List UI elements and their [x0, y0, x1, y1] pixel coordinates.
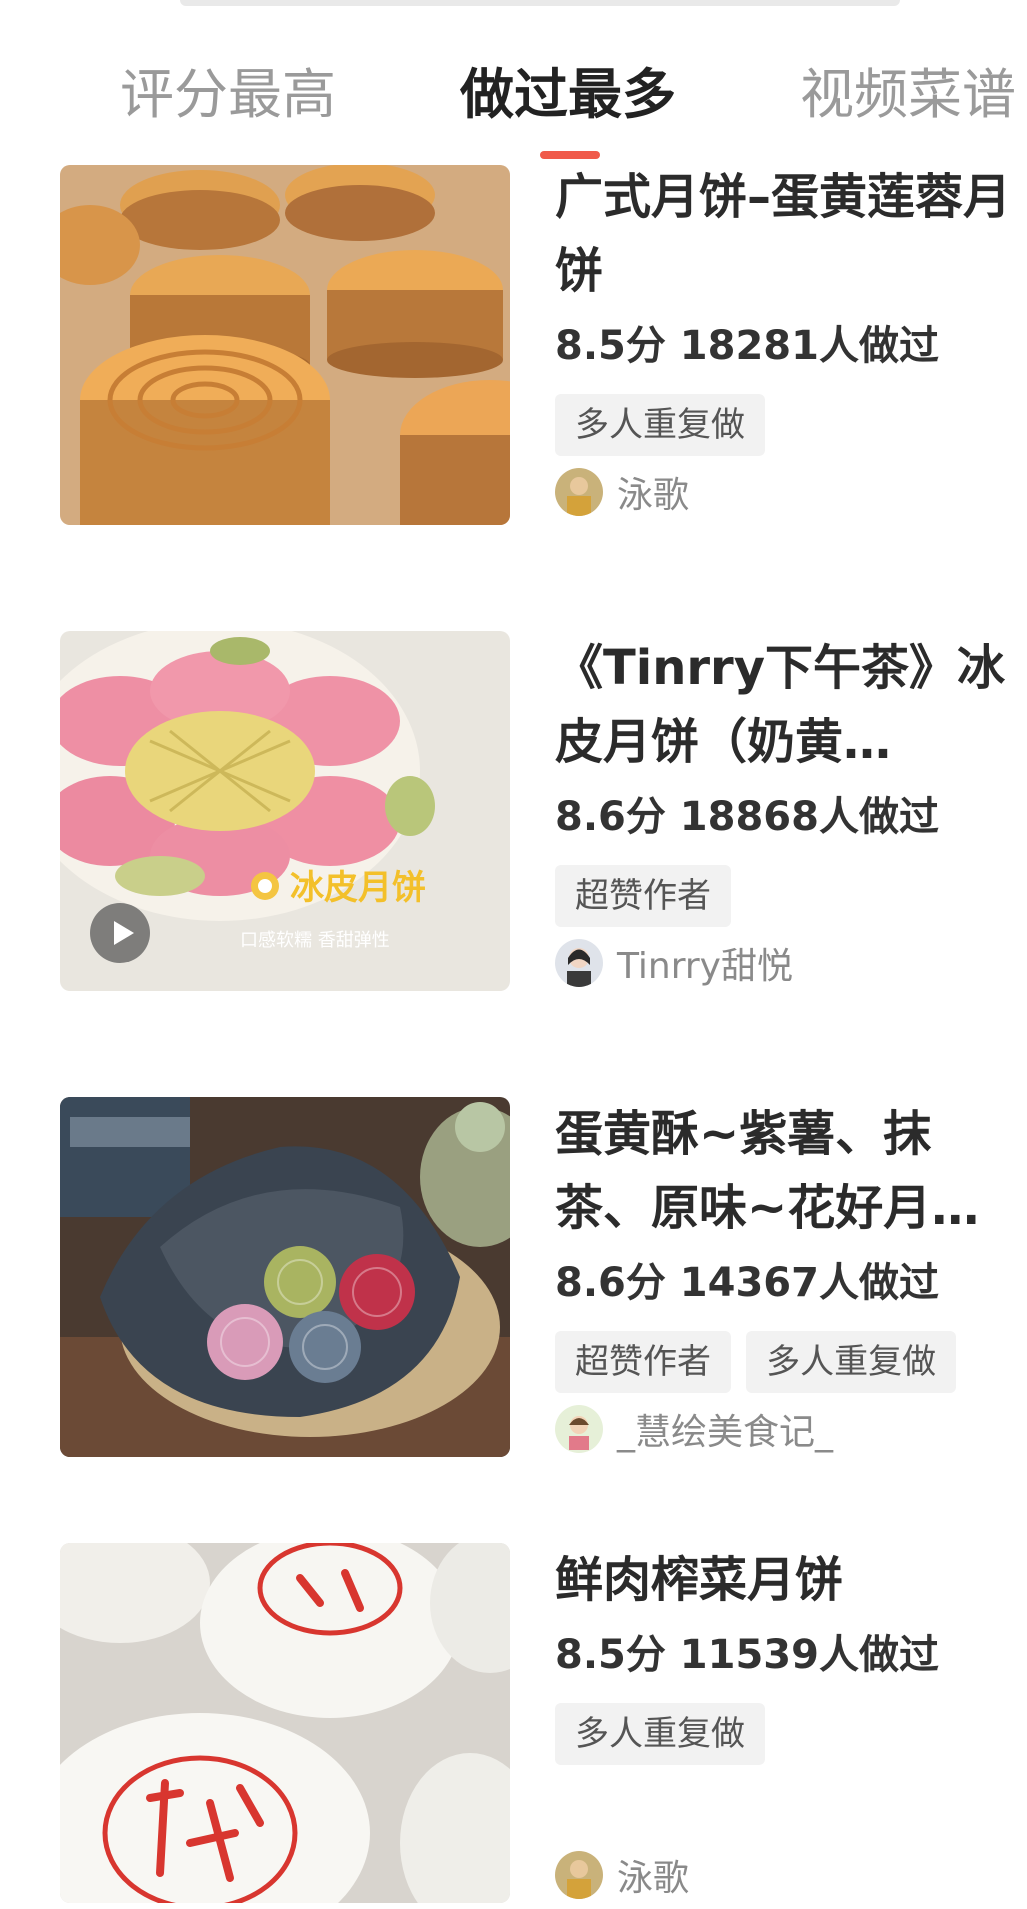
image-overlay-title: 冰皮月饼 — [290, 868, 426, 908]
badge-group: 超赞作者 多人重复做 — [555, 1331, 1015, 1393]
recipe-thumbnail[interactable] — [60, 165, 510, 525]
recipe-title[interactable]: 鲜肉榨菜月饼 — [555, 1543, 1015, 1617]
recipe-thumbnail[interactable] — [60, 1543, 510, 1903]
fresh-meat-mooncake-image — [60, 1543, 510, 1903]
recipe-info: 《Tinrry下午茶》冰皮月饼（奶黄… 8.6分 18868人做过 超赞作者 T… — [555, 631, 1015, 991]
author[interactable]: 泳歌 — [555, 462, 689, 522]
badge-group: 多人重复做 — [555, 394, 1015, 456]
recipe-card[interactable]: 广式月饼–蛋黄莲蓉月饼 8.5分 18281人做过 多人重复做 泳歌 — [0, 165, 1027, 525]
avatar — [555, 1405, 603, 1453]
egg-yolk-pastry-image — [60, 1097, 510, 1457]
tab-most-made[interactable]: 做过最多 — [460, 55, 676, 135]
badge-top-author: 超赞作者 — [555, 1331, 731, 1393]
badge-group: 超赞作者 — [555, 865, 1015, 927]
badge-group: 多人重复做 — [555, 1703, 1015, 1765]
tab-highest-rated[interactable]: 评分最高 — [120, 55, 336, 135]
badge-repeat-made: 多人重复做 — [555, 394, 765, 456]
image-overlay-caption: 口感软糯 香甜弹性 — [240, 930, 390, 951]
recipe-stats: 8.6分 18868人做过 — [555, 794, 939, 840]
recipe-info: 蛋黄酥~紫薯、抹茶、原味~花好月… 8.6分 14367人做过 超赞作者 多人重… — [555, 1097, 1015, 1457]
avatar — [555, 939, 603, 987]
recipe-title[interactable]: 蛋黄酥~紫薯、抹茶、原味~花好月… — [555, 1097, 1015, 1245]
recipe-card[interactable]: 蛋黄酥~紫薯、抹茶、原味~花好月… 8.6分 14367人做过 超赞作者 多人重… — [0, 1097, 1027, 1457]
author-name: _慧绘美食记_ — [617, 1412, 834, 1453]
badge-repeat-made: 多人重复做 — [555, 1703, 765, 1765]
badge-top-author: 超赞作者 — [555, 865, 731, 927]
recipe-info: 鲜肉榨菜月饼 8.5分 11539人做过 多人重复做 泳歌 — [555, 1543, 1015, 1903]
author[interactable]: _慧绘美食记_ — [555, 1399, 833, 1459]
active-tab-indicator — [540, 151, 600, 159]
recipe-stats: 8.5分 11539人做过 — [555, 1632, 939, 1678]
recipe-thumbnail[interactable] — [60, 1097, 510, 1457]
recipe-stats: 8.5分 18281人做过 — [555, 323, 939, 369]
search-bar-edge[interactable] — [180, 0, 900, 6]
recipe-title[interactable]: 《Tinrry下午茶》冰皮月饼（奶黄… — [555, 631, 1015, 779]
recipe-card[interactable]: 鲜肉榨菜月饼 8.5分 11539人做过 多人重复做 泳歌 — [0, 1543, 1027, 1903]
author[interactable]: Tinrry甜悦 — [555, 933, 793, 993]
sort-tabs: 评分最高 做过最多 视频菜谱 — [0, 55, 1027, 165]
recipe-info: 广式月饼–蛋黄莲蓉月饼 8.5分 18281人做过 多人重复做 泳歌 — [555, 160, 1015, 520]
tab-video-recipes[interactable]: 视频菜谱 — [800, 55, 1016, 135]
play-icon[interactable] — [90, 903, 150, 963]
recipe-thumbnail[interactable]: 冰皮月饼 口感软糯 香甜弹性 — [60, 631, 510, 991]
mooncake-image — [60, 165, 510, 525]
author[interactable]: 泳歌 — [555, 1845, 689, 1905]
recipe-title[interactable]: 广式月饼–蛋黄莲蓉月饼 — [555, 160, 1015, 308]
author-name: 泳歌 — [617, 1858, 690, 1899]
recipe-stats: 8.6分 14367人做过 — [555, 1260, 939, 1306]
avatar — [555, 468, 603, 516]
recipe-card[interactable]: 冰皮月饼 口感软糯 香甜弹性 《Tinrry下午茶》冰皮月饼（奶黄… 8.6分 … — [0, 631, 1027, 991]
author-name: Tinrry甜悦 — [617, 946, 793, 987]
author-name: 泳歌 — [617, 475, 690, 516]
badge-repeat-made: 多人重复做 — [746, 1331, 957, 1393]
avatar — [555, 1851, 603, 1899]
